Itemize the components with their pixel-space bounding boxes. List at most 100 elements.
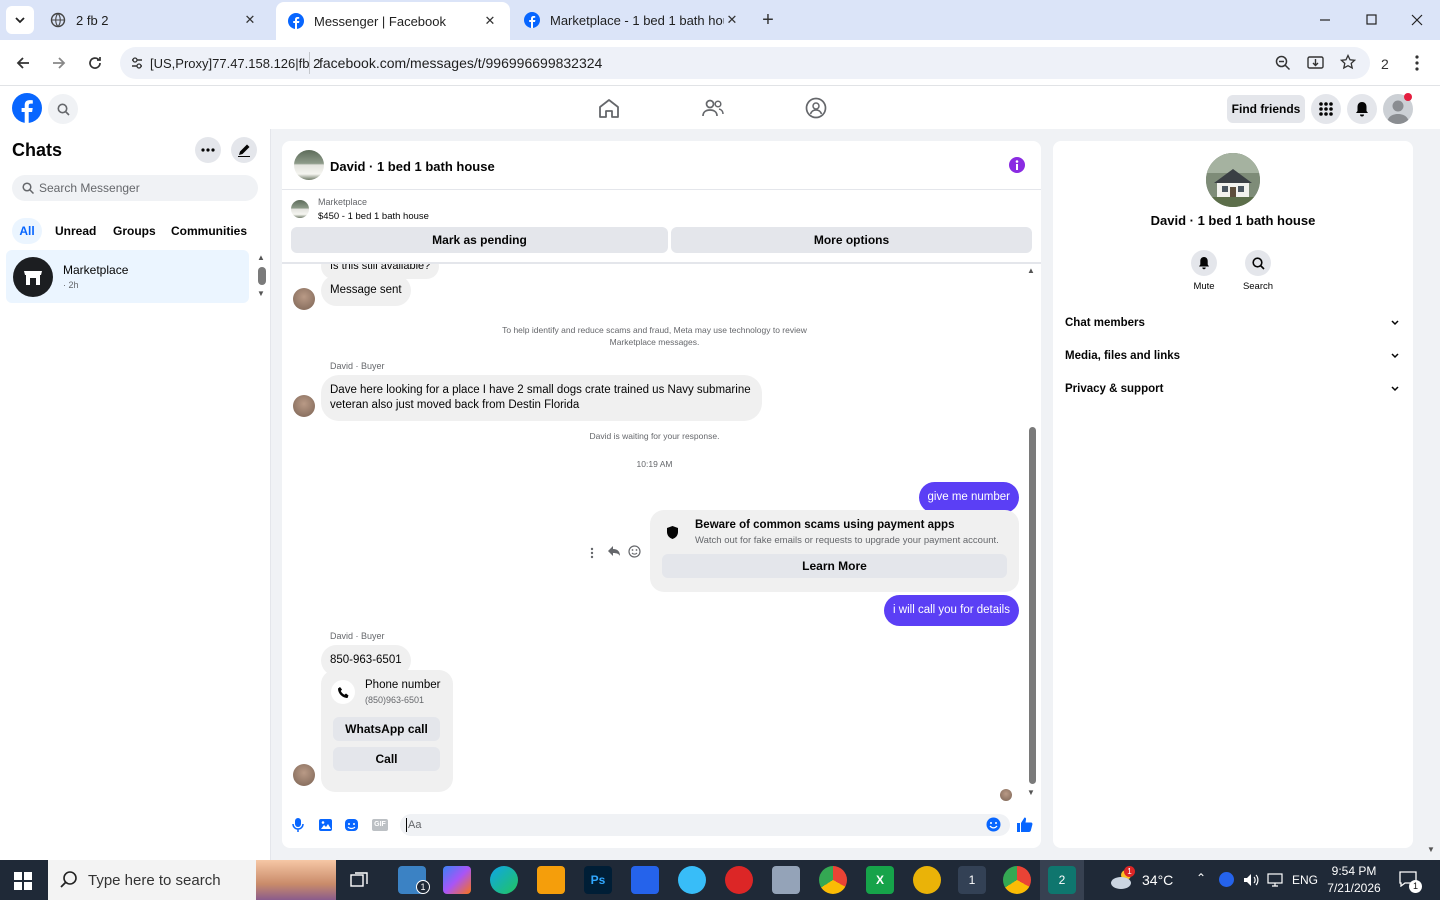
scroll-up-icon[interactable]: ▲ xyxy=(1027,266,1035,275)
reload-icon[interactable] xyxy=(81,49,109,77)
mute-label[interactable]: Mute xyxy=(1179,281,1229,292)
section-media-files-links[interactable]: Media, files and links xyxy=(1065,350,1401,370)
minimize-icon[interactable] xyxy=(1311,6,1339,34)
volume-icon[interactable] xyxy=(1243,872,1259,888)
messages-scrollbar[interactable] xyxy=(1029,427,1036,784)
excel-icon[interactable]: X xyxy=(866,866,894,894)
search-label[interactable]: Search xyxy=(1233,281,1283,292)
tab-search-dropdown-icon[interactable] xyxy=(6,6,34,34)
site-settings-icon[interactable] xyxy=(130,56,144,70)
scroll-up-icon[interactable]: ▲ xyxy=(257,253,265,262)
maximize-icon[interactable] xyxy=(1357,6,1385,34)
mark-as-pending-button[interactable]: Mark as pending xyxy=(291,227,668,253)
page-scroll-down-icon[interactable]: ▼ xyxy=(1427,845,1435,854)
menu-grid-icon[interactable] xyxy=(1311,94,1341,124)
listing-title[interactable]: $450 - 1 bed 1 bath house xyxy=(318,211,429,222)
conversation-title[interactable]: David · 1 bed 1 bath house xyxy=(330,159,495,174)
task-view-icon[interactable] xyxy=(350,872,368,888)
edge-icon[interactable] xyxy=(490,866,518,894)
react-emoji-icon[interactable] xyxy=(628,545,641,558)
tab-fb2[interactable]: 2 fb 2 ✕ xyxy=(38,0,270,40)
photoshop-icon[interactable]: Ps xyxy=(584,866,612,894)
message-input[interactable]: Aa xyxy=(400,814,1010,836)
browser-app-icon[interactable] xyxy=(678,866,706,894)
home-icon[interactable] xyxy=(598,98,620,118)
file-explorer-icon[interactable] xyxy=(537,866,565,894)
facebook-logo-icon[interactable] xyxy=(12,93,42,123)
reply-icon[interactable] xyxy=(607,545,621,557)
mute-bell-icon[interactable] xyxy=(1191,250,1217,276)
store-icon[interactable] xyxy=(631,866,659,894)
filter-groups[interactable]: Groups xyxy=(113,224,156,238)
sender-avatar[interactable] xyxy=(293,764,315,786)
sticker-icon[interactable] xyxy=(344,818,359,832)
chat-list-item[interactable]: Marketplace · 2h xyxy=(6,250,249,303)
more-options-button[interactable]: More options xyxy=(671,227,1032,253)
thumbs-up-icon[interactable] xyxy=(1016,816,1033,833)
close-window-icon[interactable] xyxy=(1403,6,1431,34)
chrome-profile-icon[interactable] xyxy=(1003,866,1031,894)
filter-communities[interactable]: Communities xyxy=(171,224,247,238)
photo-icon[interactable] xyxy=(318,818,333,832)
scroll-down-icon[interactable]: ▼ xyxy=(1027,788,1035,797)
microphone-icon[interactable] xyxy=(292,817,304,833)
install-app-icon[interactable] xyxy=(1307,55,1324,71)
find-friends-button[interactable]: Find friends xyxy=(1227,95,1305,123)
friends-icon[interactable] xyxy=(702,99,724,117)
call-button[interactable]: Call xyxy=(333,747,440,771)
url-text[interactable]: facebook.com/messages/t/996996699832324 xyxy=(319,55,602,71)
house-avatar[interactable] xyxy=(294,150,324,180)
clock-date[interactable]: 7/21/2026 xyxy=(1322,881,1386,895)
language-indicator[interactable]: ENG xyxy=(1292,873,1318,887)
house-profile-picture[interactable] xyxy=(1206,153,1260,207)
app-window-icon[interactable]: 2 xyxy=(1048,866,1076,894)
app-icon[interactable] xyxy=(913,866,941,894)
filter-all[interactable]: All xyxy=(12,218,42,244)
address-bar[interactable]: [US,Proxy]77.47.158.126|fb 2 facebook.co… xyxy=(120,47,1370,79)
tab-marketplace[interactable]: Marketplace - 1 bed 1 bath hou ✕ xyxy=(512,0,752,40)
listing-thumbnail[interactable] xyxy=(291,200,309,218)
network-icon[interactable] xyxy=(1267,873,1283,887)
zoom-icon[interactable] xyxy=(1275,55,1291,71)
filter-unread[interactable]: Unread xyxy=(55,224,96,238)
whatsapp-call-button[interactable]: WhatsApp call xyxy=(333,717,440,741)
close-tab-icon[interactable]: ✕ xyxy=(242,12,258,28)
bookmark-star-icon[interactable] xyxy=(1340,54,1356,70)
sender-avatar[interactable] xyxy=(293,395,315,417)
app-window-icon[interactable]: 1 xyxy=(958,866,986,894)
profile-count[interactable]: 2 xyxy=(1381,56,1389,72)
gif-icon[interactable]: GIF xyxy=(372,819,388,831)
opera-icon[interactable] xyxy=(725,866,753,894)
tab-messenger[interactable]: Messenger | Facebook ✕ xyxy=(276,2,510,40)
more-actions-icon[interactable] xyxy=(590,547,594,559)
search-conversation-icon[interactable] xyxy=(1245,250,1271,276)
notifications-bell-icon[interactable] xyxy=(1347,94,1377,124)
close-tab-icon[interactable]: ✕ xyxy=(482,13,498,29)
section-privacy-support[interactable]: Privacy & support xyxy=(1065,383,1401,403)
message-bubble[interactable]: Message sent xyxy=(321,275,411,306)
chevron-up-icon[interactable]: ⌃ xyxy=(1196,871,1206,885)
more-options-icon[interactable] xyxy=(195,137,221,163)
info-icon[interactable] xyxy=(1009,157,1025,173)
message-bubble[interactable]: Dave here looking for a place I have 2 s… xyxy=(321,375,762,421)
taskbar-search-box[interactable]: Type here to search xyxy=(48,860,336,900)
close-tab-icon[interactable]: ✕ xyxy=(724,12,740,28)
clock-time[interactable]: 9:54 PM xyxy=(1322,864,1386,878)
new-tab-icon[interactable]: + xyxy=(754,6,782,34)
my-message-bubble[interactable]: give me number xyxy=(918,482,1019,513)
emoji-icon[interactable] xyxy=(986,817,1001,832)
sidebar-scrollbar[interactable] xyxy=(258,267,266,285)
browser-menu-icon[interactable] xyxy=(1403,49,1431,77)
remote-desktop-icon[interactable] xyxy=(772,866,800,894)
section-chat-members[interactable]: Chat members xyxy=(1065,317,1401,337)
windows-start-icon[interactable] xyxy=(14,872,32,890)
new-message-icon[interactable] xyxy=(231,137,257,163)
sender-avatar[interactable] xyxy=(293,288,315,310)
search-messenger-input[interactable]: Search Messenger xyxy=(12,175,258,201)
chrome-icon[interactable] xyxy=(819,866,847,894)
facebook-search-icon[interactable] xyxy=(48,94,78,124)
forward-icon[interactable] xyxy=(45,49,73,77)
groups-icon[interactable] xyxy=(805,97,827,119)
learn-more-button[interactable]: Learn More xyxy=(662,554,1007,578)
tray-app-icon[interactable] xyxy=(1219,872,1234,887)
